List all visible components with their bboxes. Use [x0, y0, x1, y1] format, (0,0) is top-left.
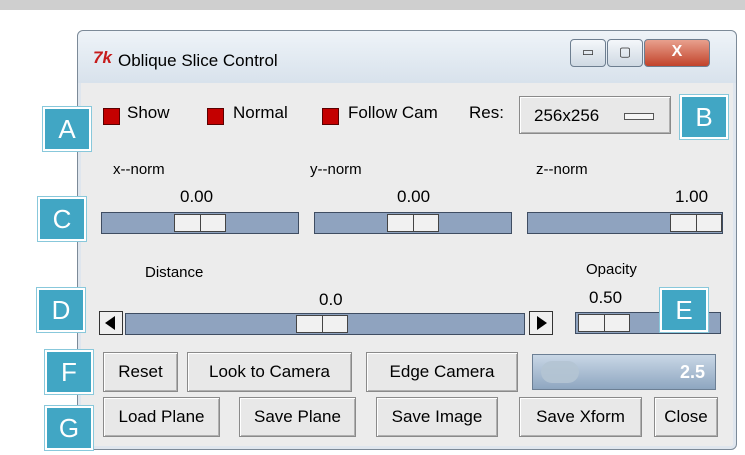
callout-e: E [660, 288, 708, 332]
callout-b: B [680, 95, 728, 139]
normal-label: Normal [233, 103, 288, 122]
save-image-button[interactable]: Save Image [376, 397, 498, 437]
menubutton-indicator-icon [624, 113, 654, 120]
look-to-camera-button[interactable]: Look to Camera [187, 352, 352, 392]
z-norm-label: z--norm [536, 161, 588, 178]
callout-d: D [37, 288, 85, 332]
show-checkbox[interactable] [103, 108, 120, 125]
close-button[interactable]: Close [654, 397, 718, 437]
distance-value: 0.0 [319, 290, 343, 309]
oblique-slice-control-window: 7k Oblique Slice Control ▭ ▢ X Show Norm… [77, 30, 737, 450]
distance-increment-button[interactable] [529, 311, 553, 335]
speed-control[interactable]: 2.5 [532, 354, 716, 390]
load-plane-button[interactable]: Load Plane [103, 397, 220, 437]
distance-label: Distance [145, 264, 204, 281]
callout-c: C [38, 197, 86, 241]
minimize-button[interactable]: ▭ [570, 39, 606, 67]
save-xform-button[interactable]: Save Xform [519, 397, 642, 437]
follow-cam-label: Follow Cam [348, 103, 438, 122]
reset-button[interactable]: Reset [103, 352, 178, 392]
distance-slider[interactable] [125, 313, 525, 335]
y-norm-thumb[interactable] [387, 214, 439, 232]
speed-knob-icon [541, 361, 579, 383]
x-norm-thumb[interactable] [174, 214, 226, 232]
x-norm-slider[interactable] [101, 212, 299, 234]
left-arrow-icon [105, 316, 115, 330]
background-strip [0, 0, 745, 10]
x-norm-label: x--norm [113, 161, 165, 178]
show-label: Show [127, 103, 170, 122]
right-arrow-icon [537, 316, 547, 330]
callout-a: A [43, 107, 91, 151]
tk-icon: 7k [93, 48, 112, 67]
distance-decrement-button[interactable] [99, 311, 123, 335]
window-title: Oblique Slice Control [118, 51, 278, 70]
res-label: Res: [469, 103, 504, 122]
resolution-value: 256x256 [534, 106, 600, 125]
z-norm-value: 1.00 [675, 187, 709, 206]
y-norm-value: 0.00 [397, 187, 431, 206]
follow-cam-checkbox[interactable] [322, 108, 339, 125]
y-norm-slider[interactable] [314, 212, 512, 234]
resolution-menubutton[interactable]: 256x256 [519, 96, 671, 134]
opacity-label: Opacity [586, 261, 637, 278]
z-norm-thumb[interactable] [670, 214, 722, 232]
speed-value: 2.5 [679, 362, 705, 382]
close-window-button[interactable]: X [644, 39, 710, 67]
content-panel: Show Normal Follow Cam Res: 256x256 x--n… [89, 83, 723, 438]
z-norm-slider[interactable] [527, 212, 723, 234]
opacity-value: 0.50 [589, 288, 623, 307]
title-bar[interactable]: 7k Oblique Slice Control ▭ ▢ X [78, 31, 736, 83]
maximize-button[interactable]: ▢ [607, 39, 643, 67]
callout-g: G [45, 406, 93, 450]
normal-checkbox[interactable] [207, 108, 224, 125]
x-norm-value: 0.00 [180, 187, 214, 206]
save-plane-button[interactable]: Save Plane [239, 397, 356, 437]
edge-camera-button[interactable]: Edge Camera [366, 352, 518, 392]
distance-thumb[interactable] [296, 315, 348, 333]
y-norm-label: y--norm [310, 161, 362, 178]
callout-f: F [45, 350, 93, 394]
opacity-thumb[interactable] [578, 314, 630, 332]
